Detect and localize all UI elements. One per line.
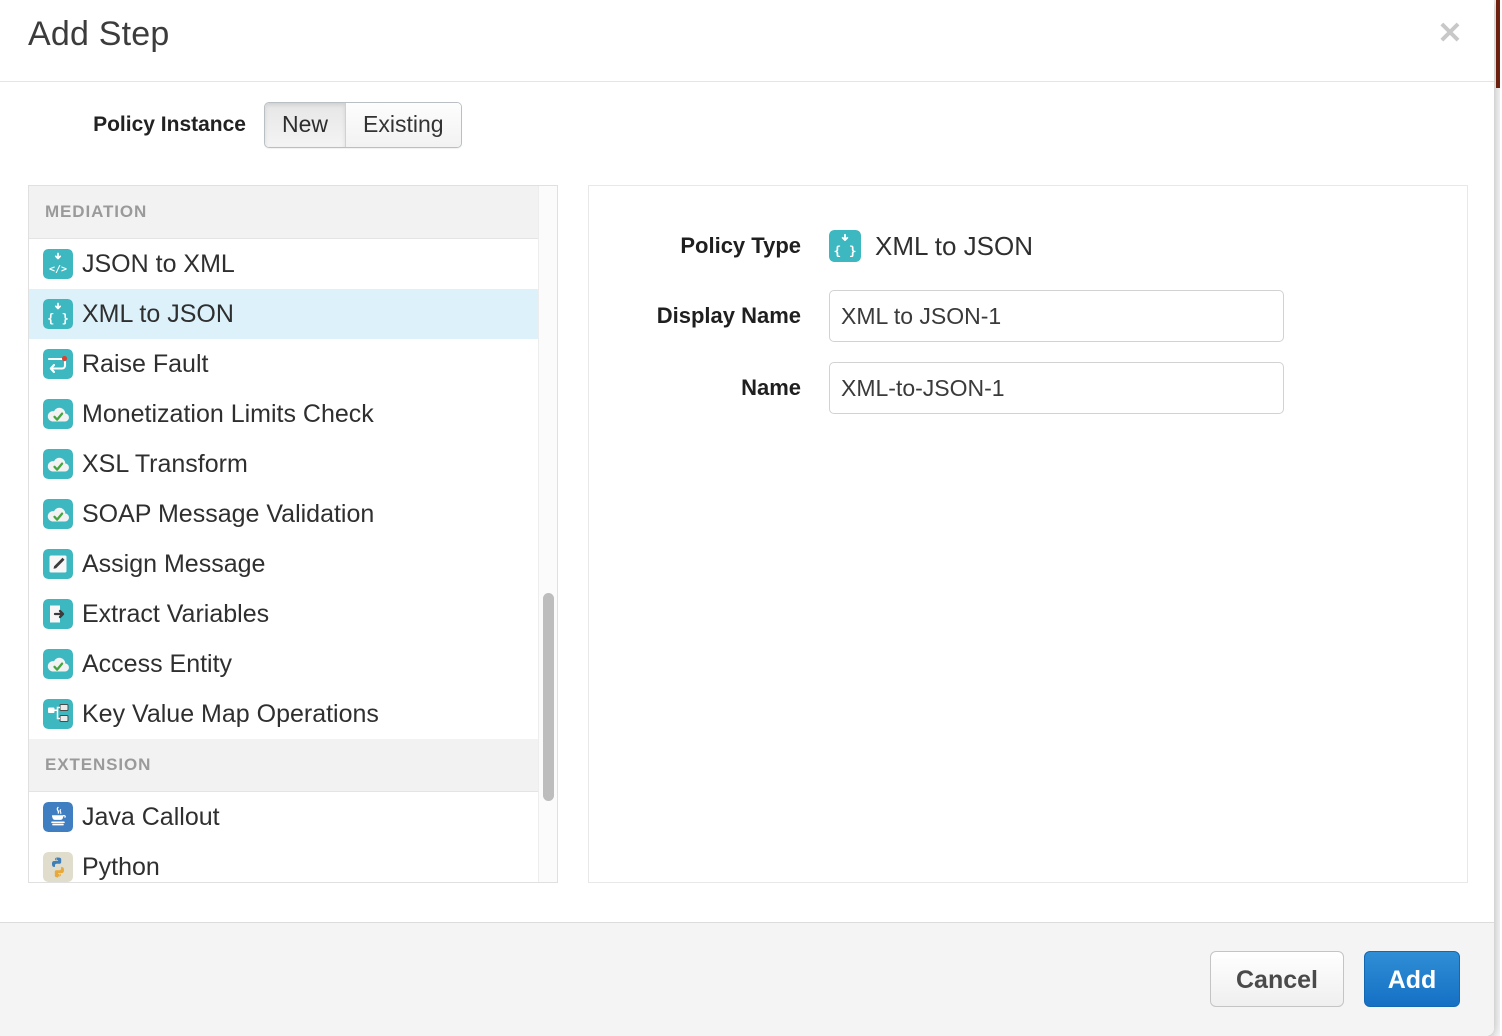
modal-footer: Cancel Add [0,922,1494,1036]
assign-message-icon [43,549,73,579]
display-name-input[interactable] [829,290,1284,342]
modal-header: Add Step ✕ [0,0,1494,82]
policy-list-scrollbar-track[interactable] [538,186,557,883]
policy-list-item-label: Raise Fault [82,349,208,379]
policy-list-item-label: Assign Message [82,549,265,579]
policy-group-header: MEDIATION [29,186,557,239]
policy-list-item[interactable]: Access Entity [29,639,557,689]
policy-group-header: EXTENSION [29,739,557,792]
policy-detail-pane: Policy Type { } XML to JSON Display Name… [588,185,1468,883]
policy-list-item-label: Extract Variables [82,599,269,629]
policy-list[interactable]: MEDIATION </> JSON to XML { } XML to JSON Rai… [29,186,557,882]
policy-list-item[interactable]: SOAP Message Validation [29,489,557,539]
modal-body: MEDIATION </> JSON to XML { } XML to JSON Rai… [28,185,1468,883]
policy-instance-new-button[interactable]: New [265,103,345,147]
name-input[interactable] [829,362,1284,414]
cancel-button[interactable]: Cancel [1210,951,1344,1007]
policy-list-item-label: Python [82,852,160,882]
policy-list-item[interactable]: Key Value Map Operations [29,689,557,739]
policy-list-scrollbar-thumb[interactable] [543,593,554,801]
policy-instance-label: Policy Instance [0,113,264,137]
extract-variables-icon [43,599,73,629]
policy-list-item-label: XML to JSON [82,299,234,329]
cloud-check-icon [43,649,73,679]
name-row: Name [589,362,1467,414]
add-button[interactable]: Add [1364,951,1460,1007]
policy-list-item[interactable]: Java Callout [29,792,557,842]
cloud-check-icon [43,399,73,429]
xml-to-json-icon: { } [829,230,861,262]
python-icon [43,852,73,882]
policy-list-item[interactable]: </> JSON to XML [29,239,557,289]
cloud-check-icon [43,449,73,479]
key-value-map-icon [43,699,73,729]
cloud-check-icon [43,499,73,529]
policy-list-item[interactable]: Assign Message [29,539,557,589]
json-to-xml-icon: </> [43,249,73,279]
close-icon[interactable]: ✕ [1432,16,1468,52]
policy-instance-existing-button[interactable]: Existing [345,103,461,147]
policy-list-item-label: JSON to XML [82,249,235,279]
policy-list-item-label: Access Entity [82,649,232,679]
policy-list-item[interactable]: Extract Variables [29,589,557,639]
policy-instance-toggle-group[interactable]: New Existing [264,102,462,148]
policy-list-item-label: Monetization Limits Check [82,399,374,429]
policy-type-value: { } XML to JSON [829,230,1033,262]
policy-list-item[interactable]: Monetization Limits Check [29,389,557,439]
display-name-label: Display Name [589,303,829,329]
footer-actions: Cancel Add [1210,951,1460,1007]
name-label: Name [589,375,829,401]
svg-text:{ }: { } [833,244,856,259]
java-icon [43,802,73,832]
add-step-modal: Add Step ✕ Policy Instance New Existing … [0,0,1494,1036]
policy-type-text: XML to JSON [875,231,1033,262]
display-name-row: Display Name [589,290,1467,342]
policy-instance-row: Policy Instance New Existing [0,90,1494,160]
policy-list-item-label: SOAP Message Validation [82,499,374,529]
svg-text:</>: </> [49,264,67,275]
page-title: Add Step [28,12,170,56]
screen: Add Step ✕ Policy Instance New Existing … [0,0,1502,1036]
policy-list-item[interactable]: Raise Fault [29,339,557,389]
policy-list-pane: MEDIATION </> JSON to XML { } XML to JSON Rai… [28,185,558,883]
pane-divider [558,185,588,883]
policy-list-item[interactable]: { } XML to JSON [29,289,557,339]
policy-type-label: Policy Type [589,233,829,259]
raise-fault-icon [43,349,73,379]
policy-list-item[interactable]: XSL Transform [29,439,557,489]
policy-list-item-label: Java Callout [82,802,220,832]
xml-to-json-icon: { } [43,299,73,329]
policy-type-row: Policy Type { } XML to JSON [589,230,1467,262]
policy-list-item-label: Key Value Map Operations [82,699,379,729]
policy-list-item-label: XSL Transform [82,449,248,479]
policy-list-item[interactable]: Python [29,842,557,882]
svg-text:{ }: { } [47,312,69,326]
